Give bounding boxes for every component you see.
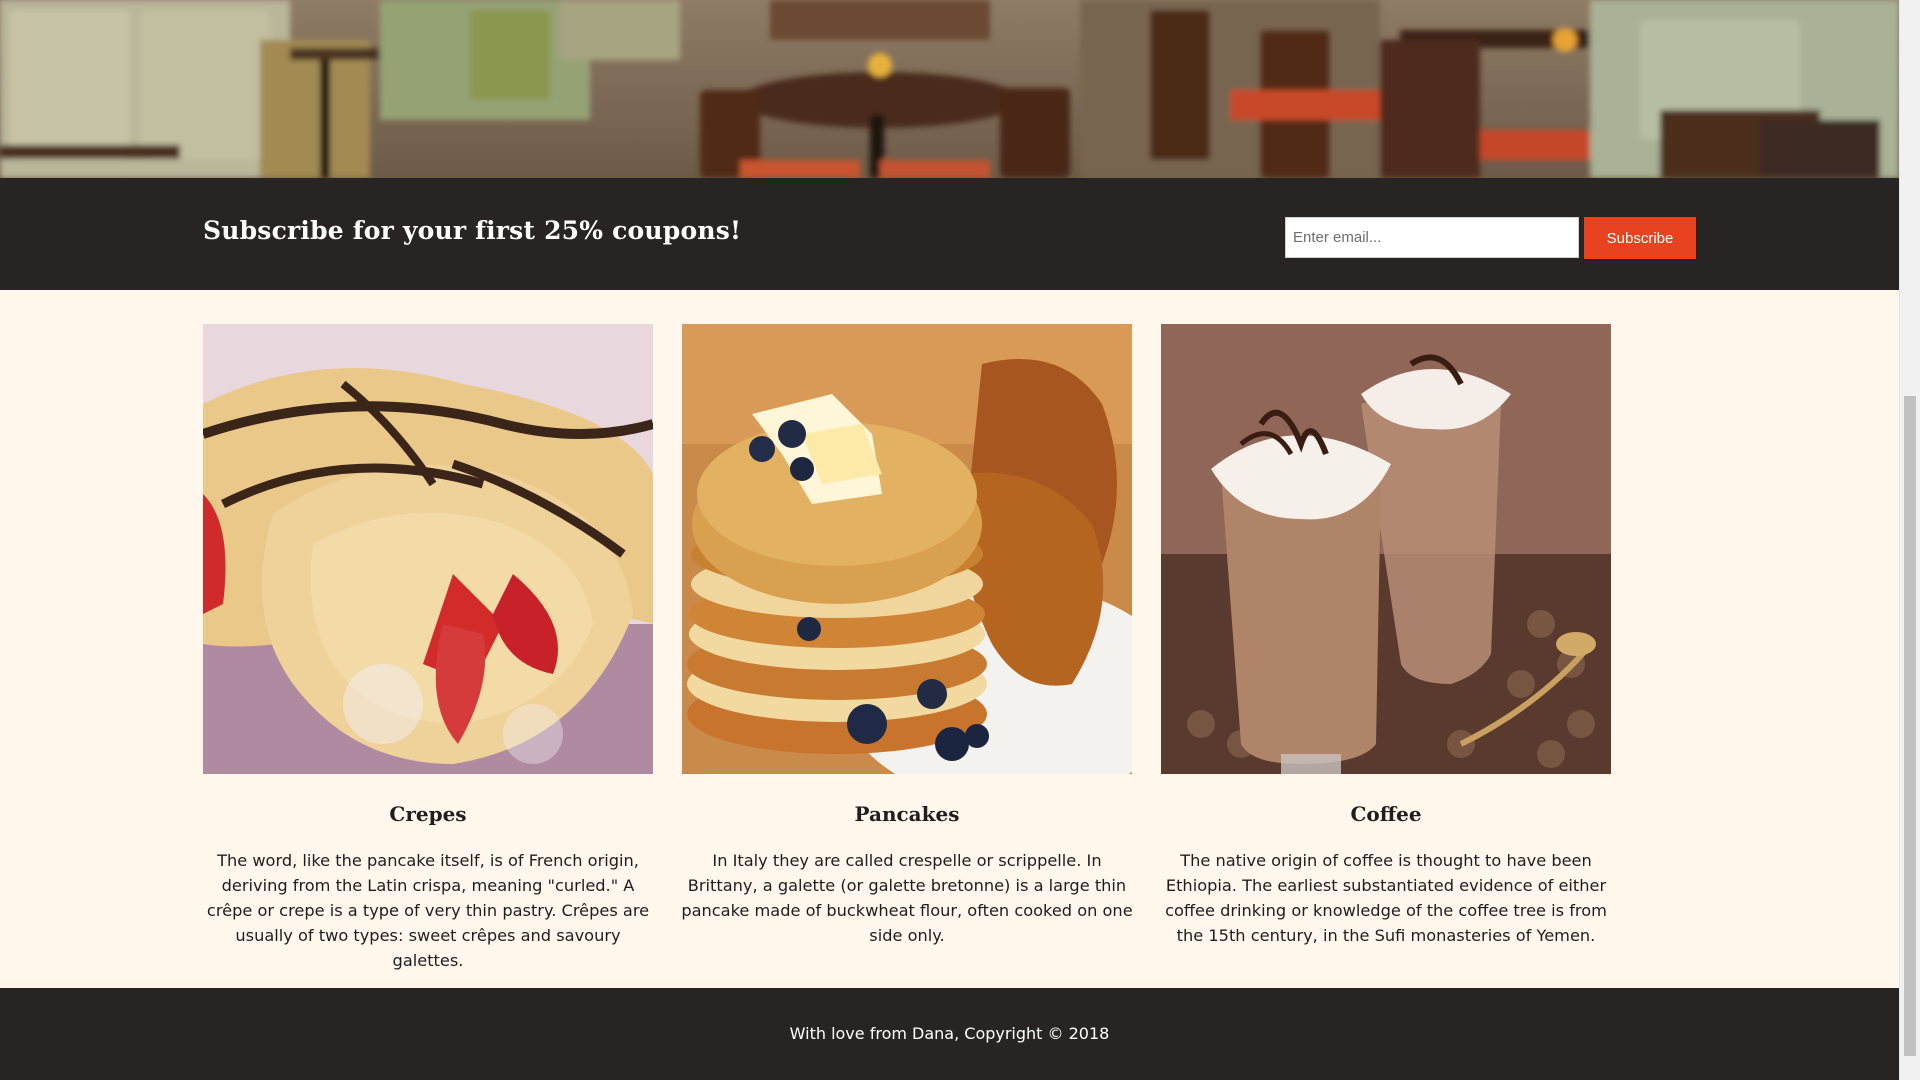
subscribe-bar: Subscribe for your first 25% coupons! Su… [0, 178, 1899, 290]
coffee-title: Coffee [1350, 802, 1422, 826]
subscribe-button[interactable]: Subscribe [1584, 217, 1696, 259]
menu-card-coffee: Coffee The native origin of coffee is th… [1161, 324, 1611, 945]
crepes-image [203, 324, 653, 774]
crepes-title: Crepes [389, 802, 467, 826]
subscribe-heading: Subscribe for your first 25% coupons! [203, 216, 742, 245]
footer-copyright: With love from Dana, Copyright © 2018 [789, 1024, 1110, 1043]
page: Subscribe for your first 25% coupons! Su… [0, 0, 1899, 1080]
footer: With love from Dana, Copyright © 2018 [0, 988, 1899, 1080]
email-input[interactable] [1285, 217, 1579, 258]
menu-card-pancakes: Pancakes In Italy they are called crespe… [681, 324, 1133, 945]
coffee-description: The native origin of coffee is thought t… [1165, 851, 1607, 945]
crepes-description: The word, like the pancake itself, is of… [206, 851, 650, 970]
vertical-scrollbar[interactable] [1899, 0, 1920, 1080]
scrollbar-thumb[interactable] [1904, 396, 1916, 1056]
menu-card-crepes: Crepes The word, like the pancake itself… [203, 324, 653, 970]
pancakes-title: Pancakes [854, 802, 960, 826]
hero-restaurant-image [0, 0, 1899, 178]
coffee-image [1161, 324, 1611, 774]
pancakes-description: In Italy they are called crespelle or sc… [681, 851, 1133, 945]
pancakes-image [682, 324, 1132, 774]
